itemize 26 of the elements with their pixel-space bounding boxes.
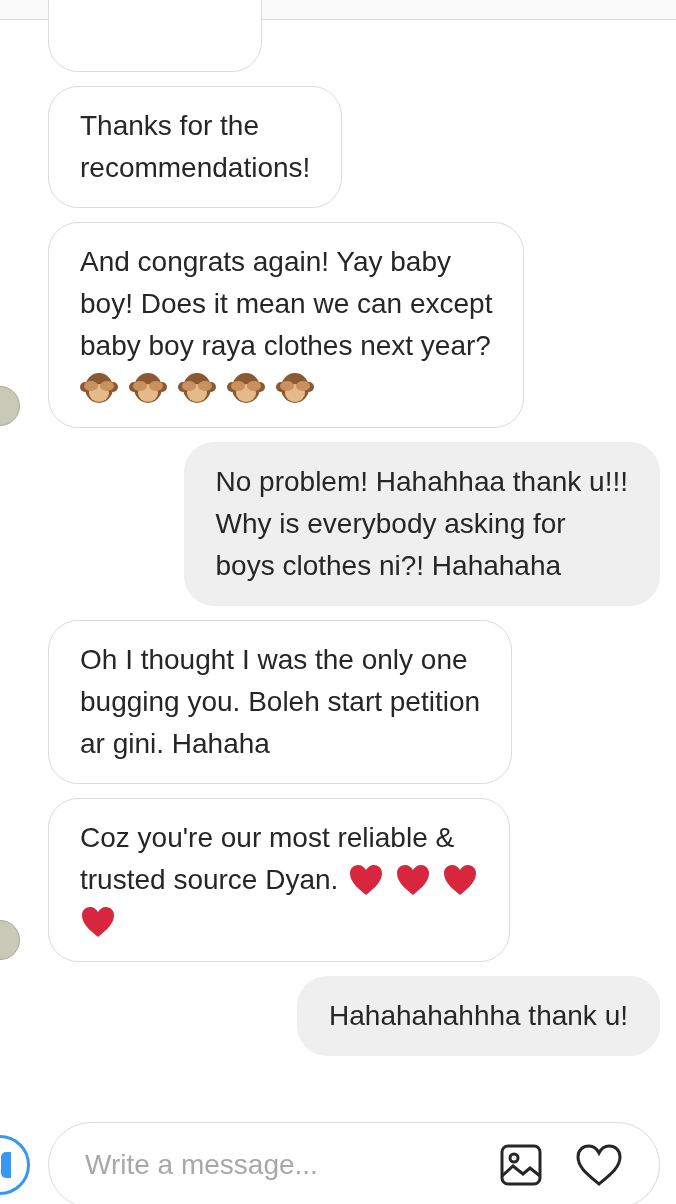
heart-icon[interactable] — [575, 1143, 623, 1187]
message-text: boy! Does it mean we can except — [80, 287, 493, 321]
message-text: trusted source Dyan. — [80, 863, 339, 897]
monkey-icon — [80, 371, 118, 405]
message-text: bugging you. Boleh start petition — [80, 685, 481, 719]
monkey-icon — [129, 371, 167, 405]
heart-icon — [80, 905, 116, 939]
message-text: ar gini. Hahaha — [80, 727, 270, 761]
message-text: boys clothes ni?! Hahahaha — [215, 549, 562, 583]
monkey-icon — [178, 371, 216, 405]
message-text: Thanks for the — [80, 109, 259, 143]
message-text: Why is everybody asking for — [215, 507, 566, 541]
message-text: No problem! Hahahhaa thank u!!! — [215, 465, 628, 499]
message-text: Oh I thought I was the only one — [80, 643, 468, 677]
message-text: baby boy raya clothes next year? — [80, 329, 491, 363]
monkey-icon — [276, 371, 314, 405]
heart-icon — [348, 863, 385, 897]
heart-icon — [442, 863, 479, 897]
heart-icon — [395, 863, 432, 897]
message-input-field[interactable]: Write a message... — [85, 1144, 467, 1186]
message-text: Coz you're our most reliable & — [80, 821, 455, 855]
message-text: And congrats again! Yay baby — [80, 245, 451, 279]
message-text: recommendations! — [80, 151, 311, 185]
image-icon[interactable] — [499, 1143, 543, 1187]
monkey-icon — [227, 371, 265, 405]
message-text: Hahahahahhha thank u! — [329, 999, 628, 1033]
